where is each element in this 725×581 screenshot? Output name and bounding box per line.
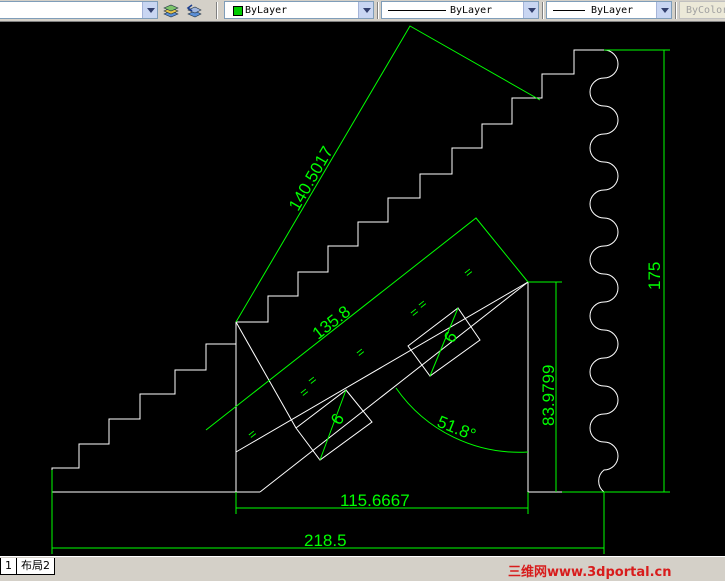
chevron-down-icon[interactable]: [656, 2, 671, 18]
drawing-canvas[interactable]: 140.5017 135.8 115.6667 218.5 83.9799 17…: [0, 22, 725, 556]
vertical-height-text: 83.9799: [539, 365, 558, 426]
linetype-dropdown[interactable]: ByLayer: [381, 1, 539, 19]
layer-previous-icon[interactable]: [185, 2, 203, 20]
chevron-down-icon[interactable]: [358, 2, 373, 18]
layer-dropdown[interactable]: [0, 1, 158, 19]
toolbar-separator: [377, 2, 379, 19]
lineweight-preview: [553, 10, 585, 11]
watermark-logo: 三维网www.3dportal.cn: [508, 565, 672, 580]
linetype-dropdown-value: ByLayer: [450, 5, 493, 16]
tab-layout2[interactable]: 布局2: [16, 558, 55, 575]
color-dropdown[interactable]: ByLayer: [224, 1, 374, 19]
plotstyle-dropdown: ByColor: [679, 1, 725, 19]
plotstyle-dropdown-value: ByColor: [686, 5, 725, 16]
toolbar-separator: [542, 2, 544, 19]
tab-layout1[interactable]: 1: [0, 558, 17, 575]
total-height-text: 175: [645, 262, 664, 290]
total-width-text: 218.5: [304, 531, 347, 550]
layer-states-icon[interactable]: [162, 2, 180, 20]
base-width-text: 115.6667: [340, 491, 410, 510]
toolbar-separator: [675, 2, 677, 19]
layout-tabs-bar: 1 布局2 三维网www.3dportal.cn: [0, 556, 725, 581]
properties-toolbar: ByLayer ByLayer ByLayer ByColor: [0, 0, 725, 22]
lineweight-dropdown[interactable]: ByLayer: [546, 1, 672, 19]
toolbar-separator: [216, 2, 218, 19]
color-swatch: [233, 6, 243, 16]
lineweight-dropdown-value: ByLayer: [591, 5, 634, 16]
linetype-preview: [388, 10, 446, 11]
chevron-down-icon[interactable]: [142, 2, 157, 18]
color-dropdown-value: ByLayer: [245, 5, 288, 16]
chevron-down-icon[interactable]: [523, 2, 538, 18]
